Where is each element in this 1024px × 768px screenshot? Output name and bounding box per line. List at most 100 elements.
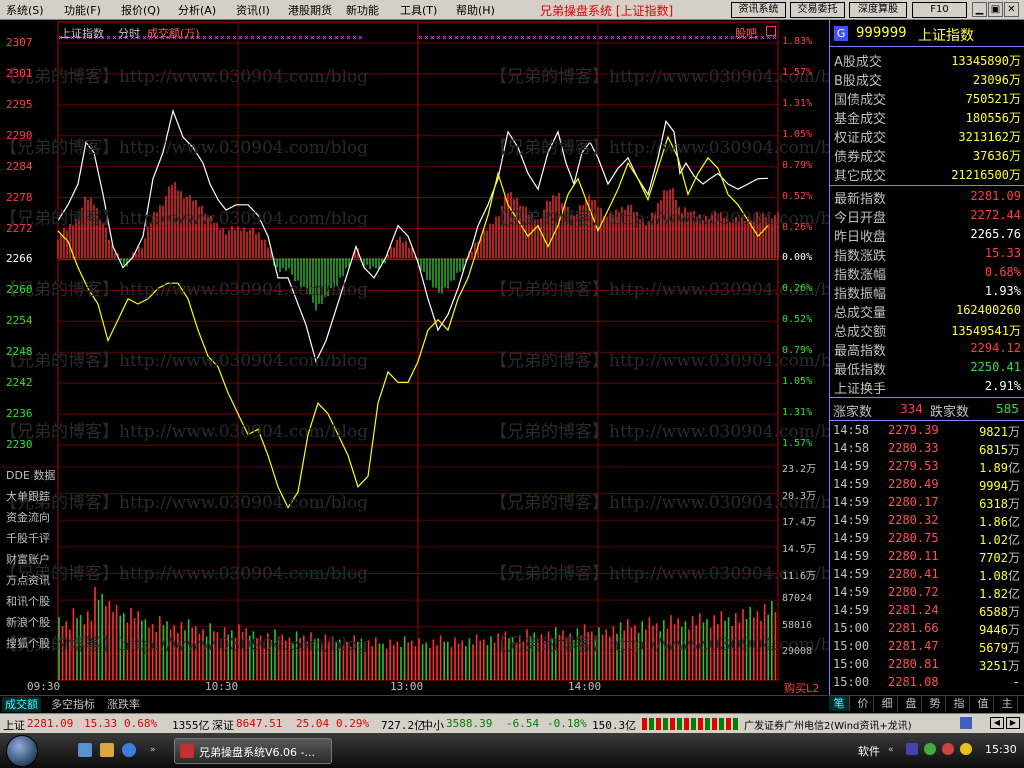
- menu-help[interactable]: 帮助(H): [456, 2, 495, 18]
- start-button[interactable]: [6, 735, 38, 767]
- quote-row-value: 2281.09: [970, 189, 1021, 203]
- signal-mark: ×: [448, 33, 453, 42]
- volume-tick-label: 87024: [782, 593, 813, 605]
- menu-new-features[interactable]: 新功能: [346, 2, 379, 18]
- volume-tick-label: 29008: [782, 646, 813, 658]
- buy-l2-link[interactable]: 购买L2: [784, 680, 819, 696]
- price-tick-label: 2254: [6, 314, 33, 328]
- tick-volume-num: 9994: [979, 479, 1008, 493]
- side-menu-item[interactable]: 千股千评: [6, 530, 50, 546]
- quote-tab[interactable]: 指: [949, 696, 970, 711]
- tab-long-short[interactable]: 多空指标: [48, 697, 98, 712]
- side-menu-item[interactable]: 新浪个股: [6, 614, 50, 630]
- tray-monitor-icon[interactable]: [906, 743, 918, 755]
- ie-icon[interactable]: [122, 743, 136, 757]
- close-icon[interactable]: ✕: [1004, 2, 1019, 17]
- chart-expand-icon[interactable]: [766, 26, 776, 36]
- chart-metric[interactable]: 成交额(万): [147, 27, 200, 40]
- f10-button[interactable]: F10: [912, 2, 967, 18]
- tray-qq-icon[interactable]: [960, 743, 972, 755]
- quote-tab[interactable]: 值: [973, 696, 994, 711]
- quote-tab[interactable]: 笔: [829, 696, 850, 711]
- signal-mark: ×: [484, 33, 489, 42]
- percent-tick-label: 0.00%: [782, 252, 813, 264]
- app-title: 兄弟操盘系统 [上证指数]: [540, 4, 674, 18]
- tick-row: 15:00 2281.08 -: [830, 674, 1024, 692]
- menu-quote[interactable]: 报价(Q): [121, 2, 160, 18]
- percent-tick-label: 0.79%: [782, 345, 813, 357]
- menu-analysis[interactable]: 分析(A): [178, 2, 216, 18]
- tick-price: 2280.81: [888, 657, 939, 671]
- percent-tick-label: 1.83%: [782, 36, 813, 47]
- quote-tab[interactable]: 势: [925, 696, 946, 711]
- tick-row: 14:59 2280.11 7702万: [830, 548, 1024, 566]
- minimize-icon[interactable]: ▁: [972, 2, 987, 17]
- sz-amount: 727.2亿: [381, 719, 426, 732]
- quote-tab[interactable]: 盘: [901, 696, 922, 711]
- tick-time: 15:00: [833, 621, 870, 635]
- tab-rise-fall[interactable]: 涨跌率: [104, 697, 143, 712]
- signal-mark: ×: [556, 33, 561, 42]
- signal-mark: ×: [226, 33, 231, 42]
- quote-row-value: 162400260: [955, 303, 1021, 317]
- show-desktop-icon[interactable]: [78, 743, 92, 757]
- side-menu-item[interactable]: 资金流向: [6, 509, 50, 525]
- tab-turnover[interactable]: 成交额: [2, 697, 41, 712]
- info-system-button[interactable]: 资讯系统: [731, 2, 786, 18]
- arrow-right-icon[interactable]: ▶: [1006, 717, 1020, 729]
- quote-tab[interactable]: 细: [877, 696, 898, 711]
- volume-row-value: 37636万: [972, 149, 1021, 163]
- tick-volume-num: 1.02: [979, 533, 1008, 547]
- sme-pct: -0.18%: [547, 717, 587, 730]
- signal-mark: ×: [628, 33, 633, 42]
- tray-network-icon[interactable]: [924, 743, 936, 755]
- tray-chevron-icon[interactable]: «: [888, 745, 894, 755]
- tick-volume-unit: 万: [1007, 443, 1020, 457]
- signal-mark: ×: [208, 33, 213, 42]
- tick-volume: 1.02亿: [979, 531, 1020, 548]
- up-label: 涨家数: [833, 405, 873, 420]
- side-menu-item[interactable]: 财富账户: [6, 551, 50, 567]
- tick-volume: -: [1013, 675, 1020, 689]
- side-menu-item[interactable]: 大单跟踪: [6, 488, 50, 504]
- volume-row-label: 基金成交: [834, 112, 887, 127]
- signal-mark: ×: [544, 33, 549, 42]
- restore-icon[interactable]: ▣: [988, 2, 1003, 17]
- price-tick-label: 2236: [6, 407, 33, 421]
- signal-mark: ×: [274, 33, 279, 42]
- quote-row-label: 上证换手: [834, 382, 887, 397]
- signal-mark: ×: [244, 33, 249, 42]
- quote-row-value: 2272.44: [970, 208, 1021, 222]
- arrow-left-icon[interactable]: ◀: [990, 717, 1004, 729]
- tick-volume-unit: 万: [1007, 659, 1020, 673]
- signal-mark: ×: [694, 33, 699, 42]
- side-menu-item[interactable]: 搜狐个股: [6, 635, 50, 651]
- quote-row-label: 今日开盘: [834, 211, 887, 226]
- explorer-icon[interactable]: [100, 743, 114, 757]
- quicklaunch-more-icon[interactable]: »: [150, 745, 156, 755]
- guba-link[interactable]: 股吧: [735, 25, 757, 41]
- price-tick-label: 2307: [6, 36, 33, 49]
- menu-info[interactable]: 资讯(I): [236, 2, 270, 18]
- side-menu-item[interactable]: DDE 数据: [6, 467, 55, 483]
- tray-security-icon[interactable]: [942, 743, 954, 755]
- quote-tab[interactable]: 价: [853, 696, 874, 711]
- tray-software[interactable]: 软件: [858, 743, 880, 759]
- taskbar-window-button[interactable]: 兄弟操盘系统V6.06 -...: [174, 738, 332, 764]
- menu-system[interactable]: 系统(S): [6, 2, 44, 18]
- chart-index-name: 上证指数: [60, 27, 104, 40]
- trade-order-button[interactable]: 交易委托: [790, 2, 845, 18]
- side-menu-item[interactable]: 和讯个股: [6, 593, 50, 609]
- sh-amount: 1355亿: [172, 719, 210, 732]
- menu-hk-futures[interactable]: 港股期货: [288, 2, 332, 18]
- intraday-chart[interactable]: × × × × × × × × × × × × × × × × × × × × × × × × × × × × × × × × × × × × × × × ×…: [0, 20, 829, 695]
- side-menu-item[interactable]: 万点资讯: [6, 572, 50, 588]
- tick-volume: 9446万: [979, 621, 1020, 638]
- depth-calc-button[interactable]: 深度算股: [849, 2, 907, 18]
- menu-function[interactable]: 功能(F): [64, 2, 101, 18]
- sz-label: 深证: [212, 719, 234, 732]
- signal-mark: ×: [430, 33, 435, 42]
- quote-tab[interactable]: 主: [997, 696, 1018, 711]
- menu-tools[interactable]: 工具(T): [400, 2, 437, 18]
- chart-period[interactable]: 分时: [118, 27, 140, 40]
